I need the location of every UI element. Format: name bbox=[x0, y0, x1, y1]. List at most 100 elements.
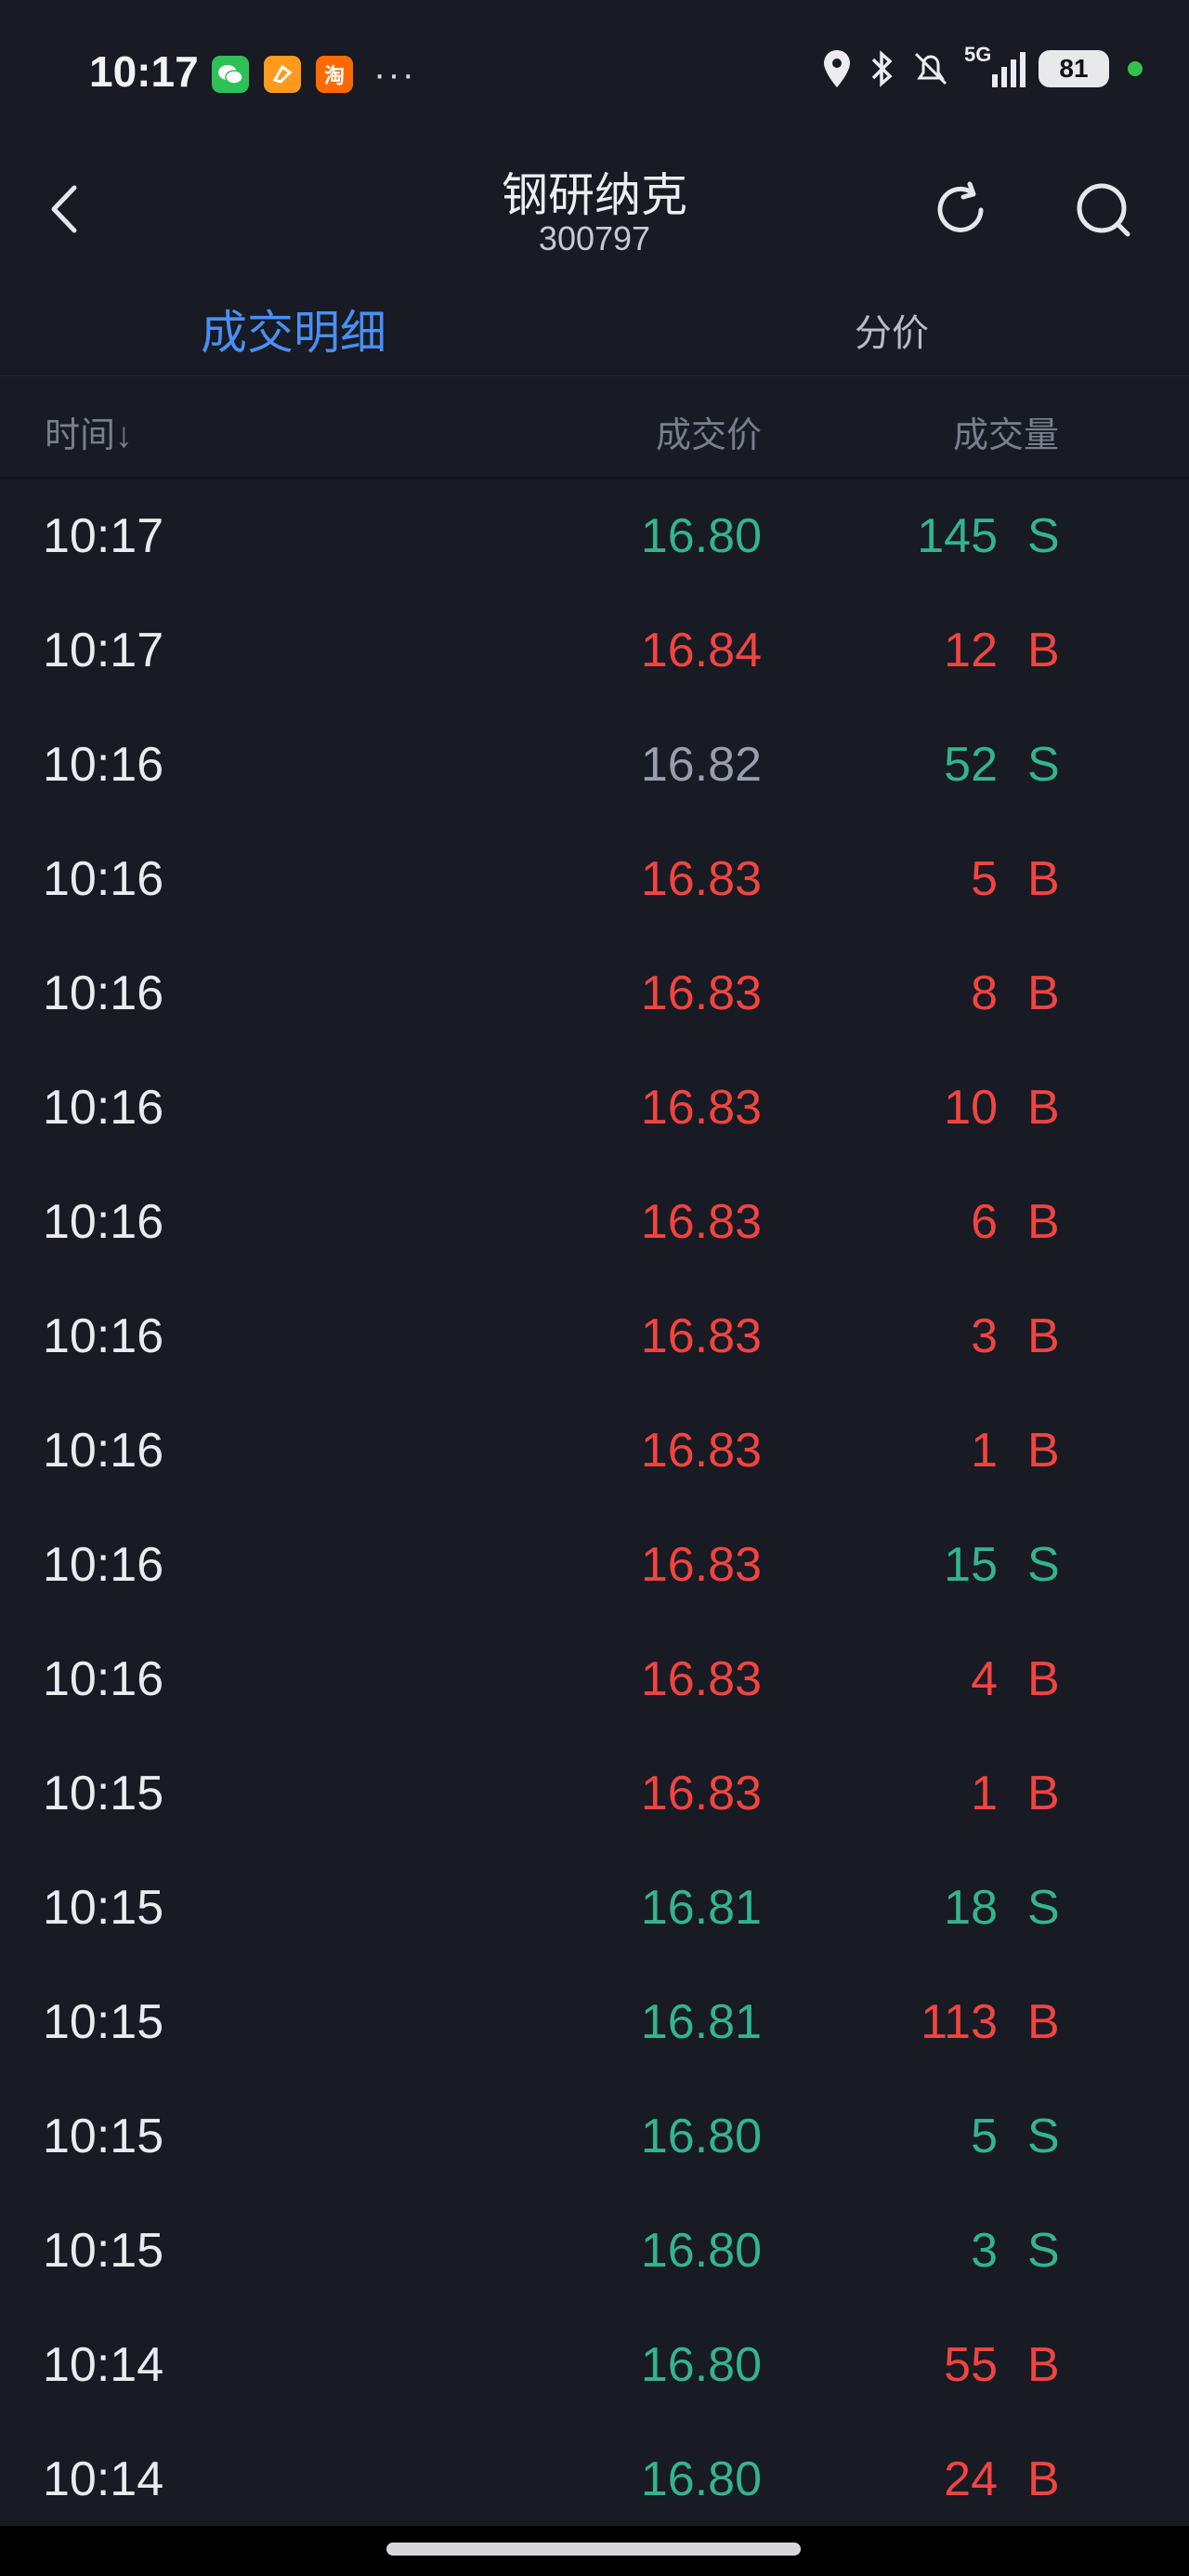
table-row: 10:16 16.82 52 S bbox=[0, 709, 1189, 823]
refresh-button[interactable] bbox=[927, 177, 994, 243]
status-bar: 10:17 淘 ··· 5G 81 bbox=[0, 0, 1189, 139]
tab-price-distribution[interactable]: 分价 bbox=[855, 303, 929, 357]
trade-volume: 10 bbox=[944, 1081, 998, 1135]
wechat-icon bbox=[212, 56, 249, 93]
trade-side: S bbox=[1027, 509, 1060, 563]
table-row: 10:16 16.83 8 B bbox=[0, 938, 1189, 1052]
signal-icon: 5G bbox=[964, 43, 1026, 89]
status-time: 10:17 bbox=[89, 47, 199, 96]
trade-side: B bbox=[1027, 2452, 1060, 2506]
trade-volume: 12 bbox=[944, 624, 998, 677]
navigation-bar bbox=[0, 2526, 1189, 2576]
trade-side: S bbox=[1027, 2109, 1060, 2163]
trade-price: 16.83 bbox=[640, 1767, 762, 1820]
trade-side: B bbox=[1027, 1424, 1060, 1478]
table-row: 10:15 16.83 1 B bbox=[0, 1738, 1189, 1852]
trade-price: 16.80 bbox=[640, 509, 762, 563]
trade-time: 10:15 bbox=[43, 1881, 164, 1935]
tab-bar: 成交明细 分价 bbox=[0, 279, 1189, 376]
column-header-price: 成交价 bbox=[655, 416, 762, 455]
trade-side: S bbox=[1027, 1881, 1060, 1935]
table-row: 10:15 16.80 5 S bbox=[0, 2081, 1189, 2195]
trade-price: 16.80 bbox=[640, 2452, 762, 2506]
trade-price: 16.80 bbox=[640, 2338, 762, 2392]
trade-time: 10:16 bbox=[43, 1309, 164, 1363]
trade-side: B bbox=[1027, 1652, 1060, 1706]
trade-time: 10:16 bbox=[43, 1424, 164, 1478]
trade-price: 16.80 bbox=[640, 2109, 762, 2163]
trade-side: B bbox=[1027, 624, 1060, 677]
trade-volume: 3 bbox=[971, 2224, 998, 2278]
trade-volume: 52 bbox=[944, 738, 998, 792]
location-icon bbox=[824, 50, 850, 87]
taobao-icon: 淘 bbox=[316, 56, 353, 93]
table-row: 10:14 16.80 55 B bbox=[0, 2309, 1189, 2424]
trade-volume: 55 bbox=[944, 2338, 998, 2392]
trade-price: 16.81 bbox=[640, 1995, 762, 2049]
table-row: 10:16 16.83 5 B bbox=[0, 823, 1189, 938]
trade-price: 16.83 bbox=[640, 1652, 762, 1706]
column-header-volume: 成交量 bbox=[952, 416, 1059, 455]
trade-time: 10:16 bbox=[43, 1195, 164, 1249]
table-row: 10:17 16.84 12 B bbox=[0, 595, 1189, 709]
trade-price: 16.84 bbox=[640, 624, 762, 677]
trade-price: 16.83 bbox=[640, 1424, 762, 1478]
search-button[interactable] bbox=[1070, 177, 1137, 243]
trade-price: 16.83 bbox=[640, 1081, 762, 1135]
trade-volume: 5 bbox=[971, 2109, 998, 2163]
table-row: 10:16 16.83 3 B bbox=[0, 1281, 1189, 1395]
trade-time: 10:15 bbox=[43, 1767, 164, 1820]
trade-time: 10:15 bbox=[43, 2109, 164, 2163]
search-icon bbox=[1077, 183, 1130, 237]
trade-time: 10:15 bbox=[43, 2224, 164, 2278]
table-row: 10:15 16.80 3 S bbox=[0, 2195, 1189, 2309]
stock-name: 钢研纳克 bbox=[502, 169, 687, 221]
trade-volume: 6 bbox=[971, 1195, 998, 1249]
trade-time: 10:14 bbox=[43, 2338, 164, 2392]
trade-volume: 3 bbox=[971, 1309, 998, 1363]
trade-side: B bbox=[1027, 966, 1060, 1020]
trade-volume: 145 bbox=[917, 509, 998, 563]
trade-time: 10:16 bbox=[43, 852, 164, 906]
table-row: 10:16 16.83 4 B bbox=[0, 1623, 1189, 1738]
trade-side: B bbox=[1027, 1081, 1060, 1135]
trade-side: B bbox=[1027, 1995, 1060, 2049]
trade-volume: 113 bbox=[921, 1995, 998, 2049]
trade-volume: 15 bbox=[944, 1538, 998, 1592]
more-notifications-icon: ··· bbox=[373, 54, 416, 95]
column-header-time[interactable]: 时间↓ bbox=[45, 406, 133, 457]
home-indicator[interactable] bbox=[386, 2543, 801, 2556]
trade-side: B bbox=[1027, 1767, 1060, 1820]
trade-time: 10:16 bbox=[43, 1538, 164, 1592]
trade-price: 16.82 bbox=[640, 738, 762, 792]
trade-side: S bbox=[1027, 738, 1060, 792]
trade-time: 10:16 bbox=[43, 1081, 164, 1135]
trade-time: 10:15 bbox=[43, 1995, 164, 2049]
trade-volume: 5 bbox=[971, 852, 998, 906]
table-row: 10:16 16.83 6 B bbox=[0, 1166, 1189, 1281]
charging-indicator bbox=[1128, 61, 1143, 76]
trade-time: 10:14 bbox=[43, 2452, 164, 2506]
table-row: 10:16 16.83 10 B bbox=[0, 1052, 1189, 1166]
trade-time: 10:16 bbox=[43, 1652, 164, 1706]
trade-volume: 1 bbox=[971, 1767, 998, 1820]
table-row: 10:15 16.81 113 B bbox=[0, 1966, 1189, 2081]
trade-time: 10:17 bbox=[43, 624, 164, 677]
trade-side: S bbox=[1027, 1538, 1060, 1592]
trade-time: 10:16 bbox=[43, 738, 164, 792]
trade-volume: 4 bbox=[971, 1652, 998, 1706]
trade-side: B bbox=[1027, 1309, 1060, 1363]
battery-icon: 81 bbox=[1039, 50, 1109, 87]
table-row: 10:16 16.83 1 B bbox=[0, 1395, 1189, 1509]
trade-side: B bbox=[1027, 2338, 1060, 2392]
trade-price: 16.83 bbox=[640, 966, 762, 1020]
trade-price: 16.81 bbox=[640, 1881, 762, 1935]
notification-icons: 淘 ··· bbox=[212, 56, 416, 93]
table-row: 10:14 16.80 24 B bbox=[0, 2424, 1189, 2538]
trade-side: B bbox=[1027, 852, 1060, 906]
stock-code: 300797 bbox=[538, 219, 651, 257]
refresh-icon bbox=[937, 181, 984, 232]
trade-list[interactable]: 10:17 16.80 145 S 10:17 16.84 12 B 10:16 16.82 52 S… bbox=[0, 480, 1189, 2538]
tab-trade-details[interactable]: 成交明细 bbox=[201, 296, 386, 362]
trade-time: 10:17 bbox=[43, 509, 164, 563]
